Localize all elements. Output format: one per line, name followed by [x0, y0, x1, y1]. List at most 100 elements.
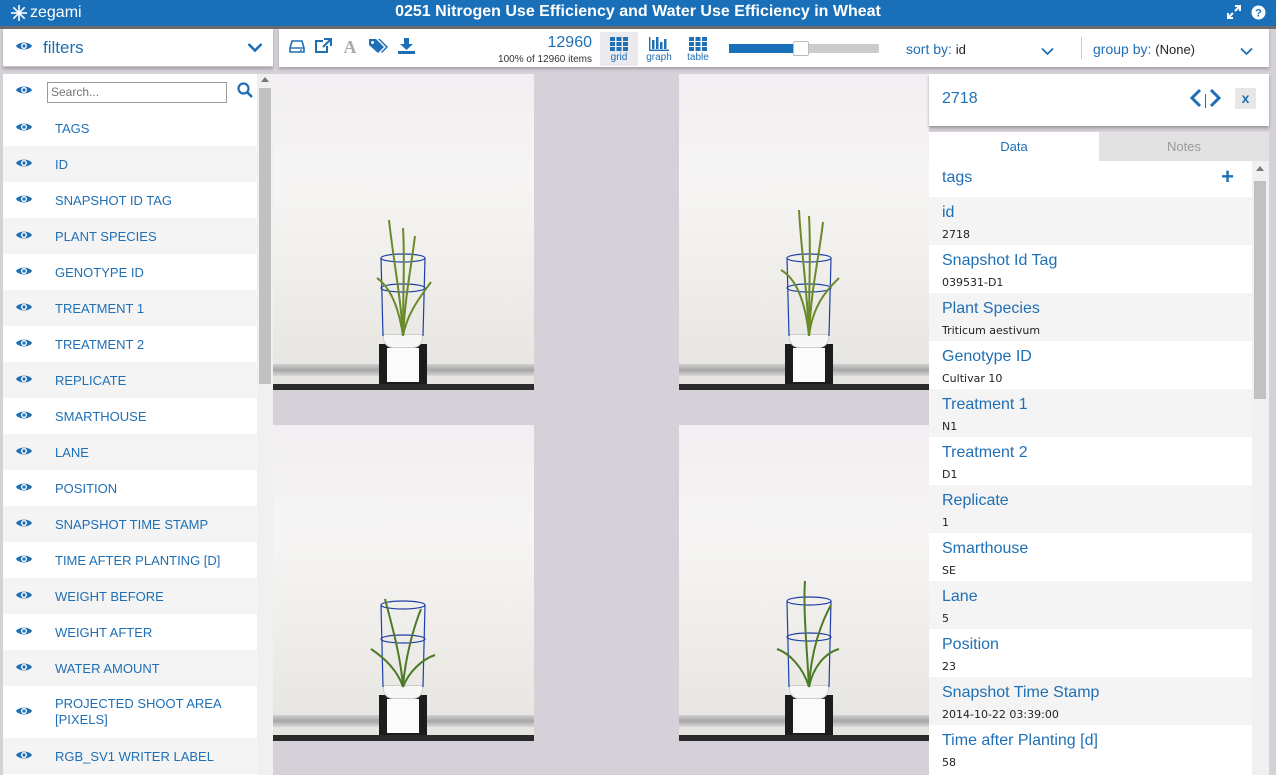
grid-icon [610, 37, 628, 51]
eye-icon[interactable] [15, 265, 33, 280]
eye-icon[interactable] [15, 625, 33, 640]
eye-icon[interactable] [15, 39, 33, 57]
eye-icon[interactable] [15, 193, 33, 208]
search-icon[interactable] [237, 81, 253, 103]
chevron-left-icon[interactable] [1189, 88, 1203, 113]
detail-tabs: Data Notes [929, 132, 1269, 161]
field-key: Treatment 2 [942, 444, 1028, 461]
view-grid-label: grid [610, 52, 628, 63]
eye-icon[interactable] [15, 373, 33, 388]
nav-divider [1205, 93, 1206, 108]
eye-icon[interactable] [15, 229, 33, 244]
zoom-slider[interactable] [729, 41, 879, 56]
scrollbar-thumb[interactable] [259, 88, 271, 384]
chevron-down-icon[interactable] [1240, 43, 1253, 59]
field-value: N1 [942, 420, 958, 433]
eye-icon[interactable] [15, 589, 33, 604]
external-link-icon[interactable] [314, 38, 332, 59]
eye-icon[interactable] [15, 517, 33, 532]
table-icon [689, 37, 707, 51]
grid-image-tile[interactable] [273, 425, 534, 741]
field-value: 039531-D1 [942, 276, 1004, 289]
detail-scrollbar[interactable] [1252, 161, 1269, 775]
filter-item[interactable]: ID [3, 146, 257, 182]
filter-item[interactable]: TAGS [3, 110, 257, 146]
add-tag-icon[interactable]: + [1221, 164, 1234, 190]
eye-icon[interactable] [15, 481, 33, 496]
toolbar-divider [1081, 37, 1082, 59]
eye-icon[interactable] [15, 553, 33, 568]
filter-item[interactable]: LANE [3, 434, 257, 470]
font-icon[interactable]: A [342, 37, 358, 60]
chevron-down-icon[interactable] [247, 40, 263, 58]
filter-item[interactable]: SNAPSHOT ID TAG [3, 182, 257, 218]
filter-item[interactable]: WEIGHT AFTER [3, 614, 257, 650]
wheat-plant-image [776, 580, 840, 688]
toolbar: A 12960 100% of 12960 items grid graph t… [279, 29, 1269, 67]
filter-item-label: REPLICATE [55, 372, 127, 388]
filter-item[interactable]: TIME AFTER PLANTING [D] [3, 542, 257, 578]
eye-icon[interactable] [15, 337, 33, 352]
bar-chart-icon [649, 37, 669, 51]
filter-item[interactable]: PLANT SPECIES [3, 218, 257, 254]
eye-icon[interactable] [15, 121, 33, 136]
filter-item-label: SMARTHOUSE [55, 408, 147, 424]
eye-icon[interactable] [15, 749, 33, 764]
filters-label: filters [43, 37, 84, 57]
grid-image-tile[interactable] [679, 425, 929, 741]
filters-header[interactable]: filters [3, 29, 273, 67]
zoom-slider-handle[interactable] [793, 41, 809, 56]
filter-item[interactable]: RGB_SV1 WRITER LABEL [3, 738, 257, 774]
filter-list-scrollbar[interactable] [257, 74, 273, 775]
field-value: 1 [942, 516, 949, 529]
expand-icon[interactable] [1226, 4, 1242, 20]
group-by-dropdown[interactable]: group by: (None) [1093, 41, 1253, 57]
tab-data[interactable]: Data [929, 132, 1099, 161]
grid-image-tile[interactable] [273, 74, 534, 390]
view-graph-button[interactable]: graph [640, 32, 678, 66]
eye-icon[interactable] [15, 409, 33, 424]
eye-icon[interactable] [15, 301, 33, 316]
filter-item[interactable]: REPLICATE [3, 362, 257, 398]
sort-by-dropdown[interactable]: sort by: id [906, 41, 1054, 57]
filter-item[interactable]: TREATMENT 2 [3, 326, 257, 362]
eye-icon[interactable] [15, 157, 33, 172]
filter-item-label: POSITION [55, 480, 118, 496]
help-icon[interactable]: ? [1250, 4, 1266, 20]
grid-image-tile[interactable] [679, 74, 929, 390]
filter-item[interactable]: POSITION [3, 470, 257, 506]
eye-icon[interactable] [15, 705, 33, 720]
field-key: Genotype ID [942, 348, 1032, 365]
view-grid-button[interactable]: grid [600, 32, 638, 66]
tab-notes[interactable]: Notes [1099, 132, 1269, 161]
title-bar: zegami 0251 Nitrogen Use Efficiency and … [0, 0, 1276, 26]
eye-icon[interactable] [15, 661, 33, 676]
filter-search-input[interactable] [47, 81, 227, 103]
download-icon[interactable] [398, 38, 415, 59]
wheat-plant-image [370, 598, 436, 688]
chevron-down-icon[interactable] [1041, 43, 1054, 59]
view-table-button[interactable]: table [679, 32, 717, 66]
filter-item-label: TREATMENT 1 [55, 300, 145, 316]
filter-item[interactable]: WEIGHT BEFORE [3, 578, 257, 614]
tags-icon[interactable] [368, 38, 388, 59]
filter-item[interactable]: TREATMENT 1 [3, 290, 257, 326]
field-key: Plant Species [942, 300, 1040, 317]
filter-item-label: WEIGHT BEFORE [55, 588, 164, 604]
zoom-slider-fill [729, 44, 801, 53]
chevron-right-icon[interactable] [1208, 88, 1222, 113]
filter-item[interactable]: GENOTYPE ID [3, 254, 257, 290]
filter-item[interactable]: SMARTHOUSE [3, 398, 257, 434]
detail-field: Treatment 1 N1 [929, 389, 1252, 437]
filter-item[interactable]: SNAPSHOT TIME STAMP [3, 506, 257, 542]
eye-icon[interactable] [15, 83, 33, 101]
detail-field: Replicate 1 [929, 485, 1252, 533]
scroll-up-arrow-icon[interactable] [1256, 166, 1264, 171]
filter-item[interactable]: PROJECTED SHOOT AREA [PIXELS] [3, 686, 257, 738]
close-button[interactable]: x [1235, 88, 1256, 109]
eye-icon[interactable] [15, 445, 33, 460]
scrollbar-thumb[interactable] [1254, 181, 1266, 399]
drive-icon[interactable] [289, 38, 305, 59]
filter-item[interactable]: WATER AMOUNT [3, 650, 257, 686]
scroll-up-arrow-icon[interactable] [261, 77, 269, 82]
